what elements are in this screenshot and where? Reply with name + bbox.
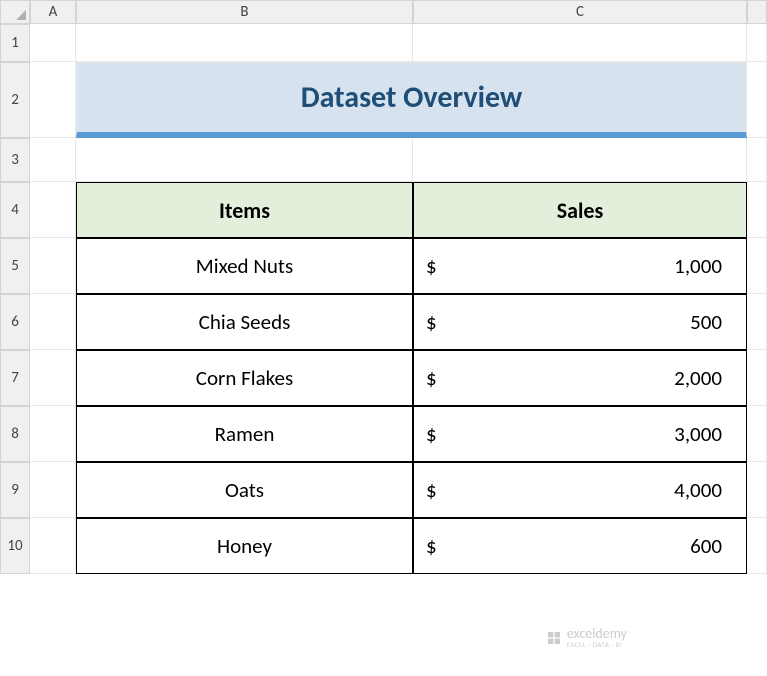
- cell-a5[interactable]: [30, 238, 76, 294]
- dataset-title[interactable]: Dataset Overview: [76, 62, 747, 138]
- table-row[interactable]: $ 500: [413, 294, 747, 350]
- cell-d1[interactable]: [747, 24, 767, 62]
- row-header-5[interactable]: 5: [0, 238, 30, 294]
- cell-d2[interactable]: [747, 62, 767, 138]
- cell-a1[interactable]: [30, 24, 76, 62]
- cell-d4[interactable]: [747, 182, 767, 238]
- sales-value: 4,000: [674, 477, 722, 503]
- table-row[interactable]: Ramen: [76, 406, 413, 462]
- col-header-b[interactable]: B: [76, 0, 413, 24]
- table-row[interactable]: $ 600: [413, 518, 747, 574]
- row-header-7[interactable]: 7: [0, 350, 30, 406]
- table-row[interactable]: Corn Flakes: [76, 350, 413, 406]
- currency-symbol: $: [426, 533, 437, 559]
- table-header-sales[interactable]: Sales: [413, 182, 747, 238]
- sales-value: 600: [690, 533, 722, 559]
- table-header-items[interactable]: Items: [76, 182, 413, 238]
- cell-d10[interactable]: [747, 518, 767, 574]
- cell-a8[interactable]: [30, 406, 76, 462]
- row-header-4[interactable]: 4: [0, 182, 30, 238]
- cell-a3[interactable]: [30, 138, 76, 182]
- table-row[interactable]: Chia Seeds: [76, 294, 413, 350]
- table-row[interactable]: $ 3,000: [413, 406, 747, 462]
- cell-d5[interactable]: [747, 238, 767, 294]
- cell-a10[interactable]: [30, 518, 76, 574]
- sales-value: 500: [690, 309, 722, 335]
- row-header-1[interactable]: 1: [0, 24, 30, 62]
- row-header-2[interactable]: 2: [0, 62, 30, 138]
- cell-a2[interactable]: [30, 62, 76, 138]
- row-header-6[interactable]: 6: [0, 294, 30, 350]
- row-header-8[interactable]: 8: [0, 406, 30, 462]
- spreadsheet-grid: A B C 1 2 Dataset Overview 3 4 Items Sal…: [0, 0, 767, 630]
- currency-symbol: $: [426, 309, 437, 335]
- cell-b3[interactable]: [76, 138, 413, 182]
- cell-d6[interactable]: [747, 294, 767, 350]
- cell-a7[interactable]: [30, 350, 76, 406]
- currency-symbol: $: [426, 477, 437, 503]
- logo-icon: [546, 630, 562, 646]
- cell-d7[interactable]: [747, 350, 767, 406]
- row-header-3[interactable]: 3: [0, 138, 30, 182]
- cell-c3[interactable]: [413, 138, 747, 182]
- table-row[interactable]: $ 4,000: [413, 462, 747, 518]
- table-row[interactable]: $ 1,000: [413, 238, 747, 294]
- select-all-corner[interactable]: [0, 0, 30, 24]
- col-header-c[interactable]: C: [413, 0, 747, 24]
- cell-d9[interactable]: [747, 462, 767, 518]
- cell-a6[interactable]: [30, 294, 76, 350]
- cell-a4[interactable]: [30, 182, 76, 238]
- currency-symbol: $: [426, 421, 437, 447]
- cell-c1[interactable]: [413, 24, 747, 62]
- cell-a9[interactable]: [30, 462, 76, 518]
- watermark: exceldemy EXCEL · DATA · BI: [546, 627, 627, 648]
- row-header-10[interactable]: 10: [0, 518, 30, 574]
- table-row[interactable]: Honey: [76, 518, 413, 574]
- cell-b1[interactable]: [76, 24, 413, 62]
- row-header-9[interactable]: 9: [0, 462, 30, 518]
- watermark-tagline: EXCEL · DATA · BI: [567, 641, 627, 648]
- currency-symbol: $: [426, 365, 437, 391]
- col-header-next[interactable]: [747, 0, 767, 24]
- col-header-a[interactable]: A: [30, 0, 76, 24]
- cell-d3[interactable]: [747, 138, 767, 182]
- cell-d8[interactable]: [747, 406, 767, 462]
- sales-value: 3,000: [674, 421, 722, 447]
- sales-value: 2,000: [674, 365, 722, 391]
- table-row[interactable]: $ 2,000: [413, 350, 747, 406]
- sales-value: 1,000: [674, 253, 722, 279]
- table-row[interactable]: Oats: [76, 462, 413, 518]
- currency-symbol: $: [426, 253, 437, 279]
- table-row[interactable]: Mixed Nuts: [76, 238, 413, 294]
